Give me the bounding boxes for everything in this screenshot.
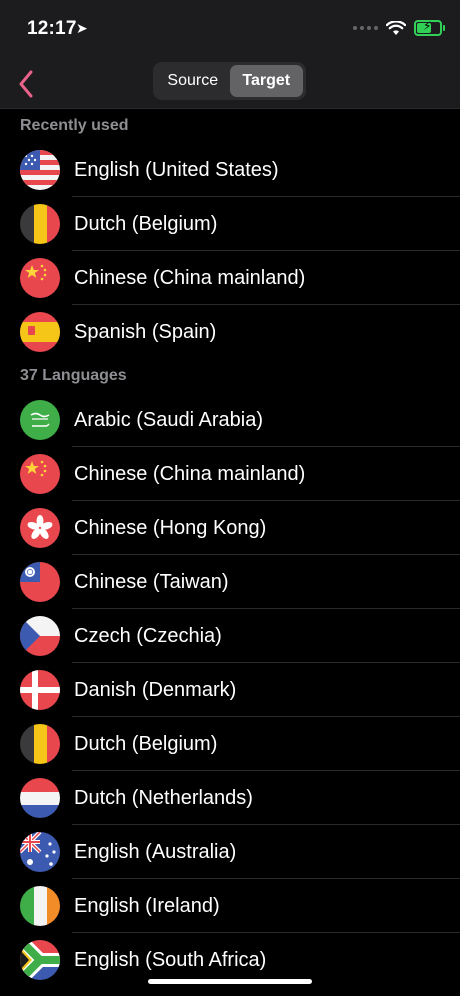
chevron-left-icon: [19, 70, 33, 98]
back-button[interactable]: [6, 64, 46, 104]
belgium-flag-icon: [20, 724, 60, 764]
segment-source[interactable]: Source: [156, 65, 230, 97]
segment-target[interactable]: Target: [229, 65, 303, 97]
language-row-ar-sa[interactable]: Arabic (Saudi Arabia): [0, 393, 460, 447]
netherlands-flag-icon: [20, 778, 60, 818]
language-row-zh-cn[interactable]: Chinese (China mainland): [0, 447, 460, 501]
language-label: Spanish (Spain): [74, 321, 217, 343]
language-label: English (Australia): [74, 841, 237, 863]
section-header-languages: 37 Languages: [20, 367, 127, 384]
language-row-cs-cz[interactable]: Czech (Czechia): [0, 609, 460, 663]
language-label: English (Ireland): [74, 895, 220, 917]
language-list: Recently used English (United States) Du…: [0, 109, 460, 987]
language-label: Chinese (China mainland): [74, 267, 306, 289]
language-label: Czech (Czechia): [74, 625, 222, 647]
language-row-en-ie[interactable]: English (Ireland): [0, 879, 460, 933]
czech-flag-icon: [20, 616, 60, 656]
denmark-flag-icon: [20, 670, 60, 710]
language-label: Arabic (Saudi Arabia): [74, 409, 263, 431]
language-label: Chinese (Taiwan): [74, 571, 229, 593]
language-label: Danish (Denmark): [74, 679, 237, 701]
source-target-segmented-control: Source Target: [153, 62, 306, 100]
australia-flag-icon: [20, 832, 60, 872]
china-flag-icon: [20, 258, 60, 298]
language-row-zh-hk[interactable]: Chinese (Hong Kong): [0, 501, 460, 555]
wifi-icon: [386, 20, 406, 35]
language-row-da-dk[interactable]: Danish (Denmark): [0, 663, 460, 717]
ireland-flag-icon: [20, 886, 60, 926]
status-indicators: ⚡: [353, 19, 445, 36]
language-label: Dutch (Belgium): [74, 733, 218, 755]
language-label: Dutch (Netherlands): [74, 787, 253, 809]
belgium-flag-icon: [20, 204, 60, 244]
nav-bar: Source Target: [0, 58, 460, 109]
hongkong-flag-icon: [20, 508, 60, 548]
language-row-nl-be[interactable]: Dutch (Belgium): [0, 717, 460, 771]
language-row-recent-zh-cn[interactable]: Chinese (China mainland): [0, 251, 460, 305]
language-row-recent-en-us[interactable]: English (United States): [0, 143, 460, 197]
home-indicator[interactable]: [148, 979, 312, 984]
taiwan-flag-icon: [20, 562, 60, 602]
language-label: Chinese (China mainland): [74, 463, 306, 485]
language-row-recent-nl-be[interactable]: Dutch (Belgium): [0, 197, 460, 251]
battery-icon: ⚡: [414, 19, 445, 36]
status-bar: 12:17 ➤ ⚡: [0, 0, 460, 58]
southafrica-flag-icon: [20, 940, 60, 980]
language-row-en-au[interactable]: English (Australia): [0, 825, 460, 879]
us-flag-icon: [20, 150, 60, 190]
language-row-nl-nl[interactable]: Dutch (Netherlands): [0, 771, 460, 825]
location-arrow-icon: ➤: [76, 20, 88, 36]
language-label: Dutch (Belgium): [74, 213, 218, 235]
saudi-flag-icon: [20, 400, 60, 440]
language-row-zh-tw[interactable]: Chinese (Taiwan): [0, 555, 460, 609]
language-label: English (United States): [74, 159, 279, 181]
spain-flag-icon: [20, 312, 60, 352]
section-header-recent: Recently used: [20, 117, 129, 134]
language-row-recent-es-es[interactable]: Spanish (Spain): [0, 305, 460, 359]
china-flag-icon: [20, 454, 60, 494]
cellular-signal-icon: [353, 26, 378, 30]
language-label: Chinese (Hong Kong): [74, 517, 267, 539]
status-time: 12:17: [27, 18, 77, 39]
